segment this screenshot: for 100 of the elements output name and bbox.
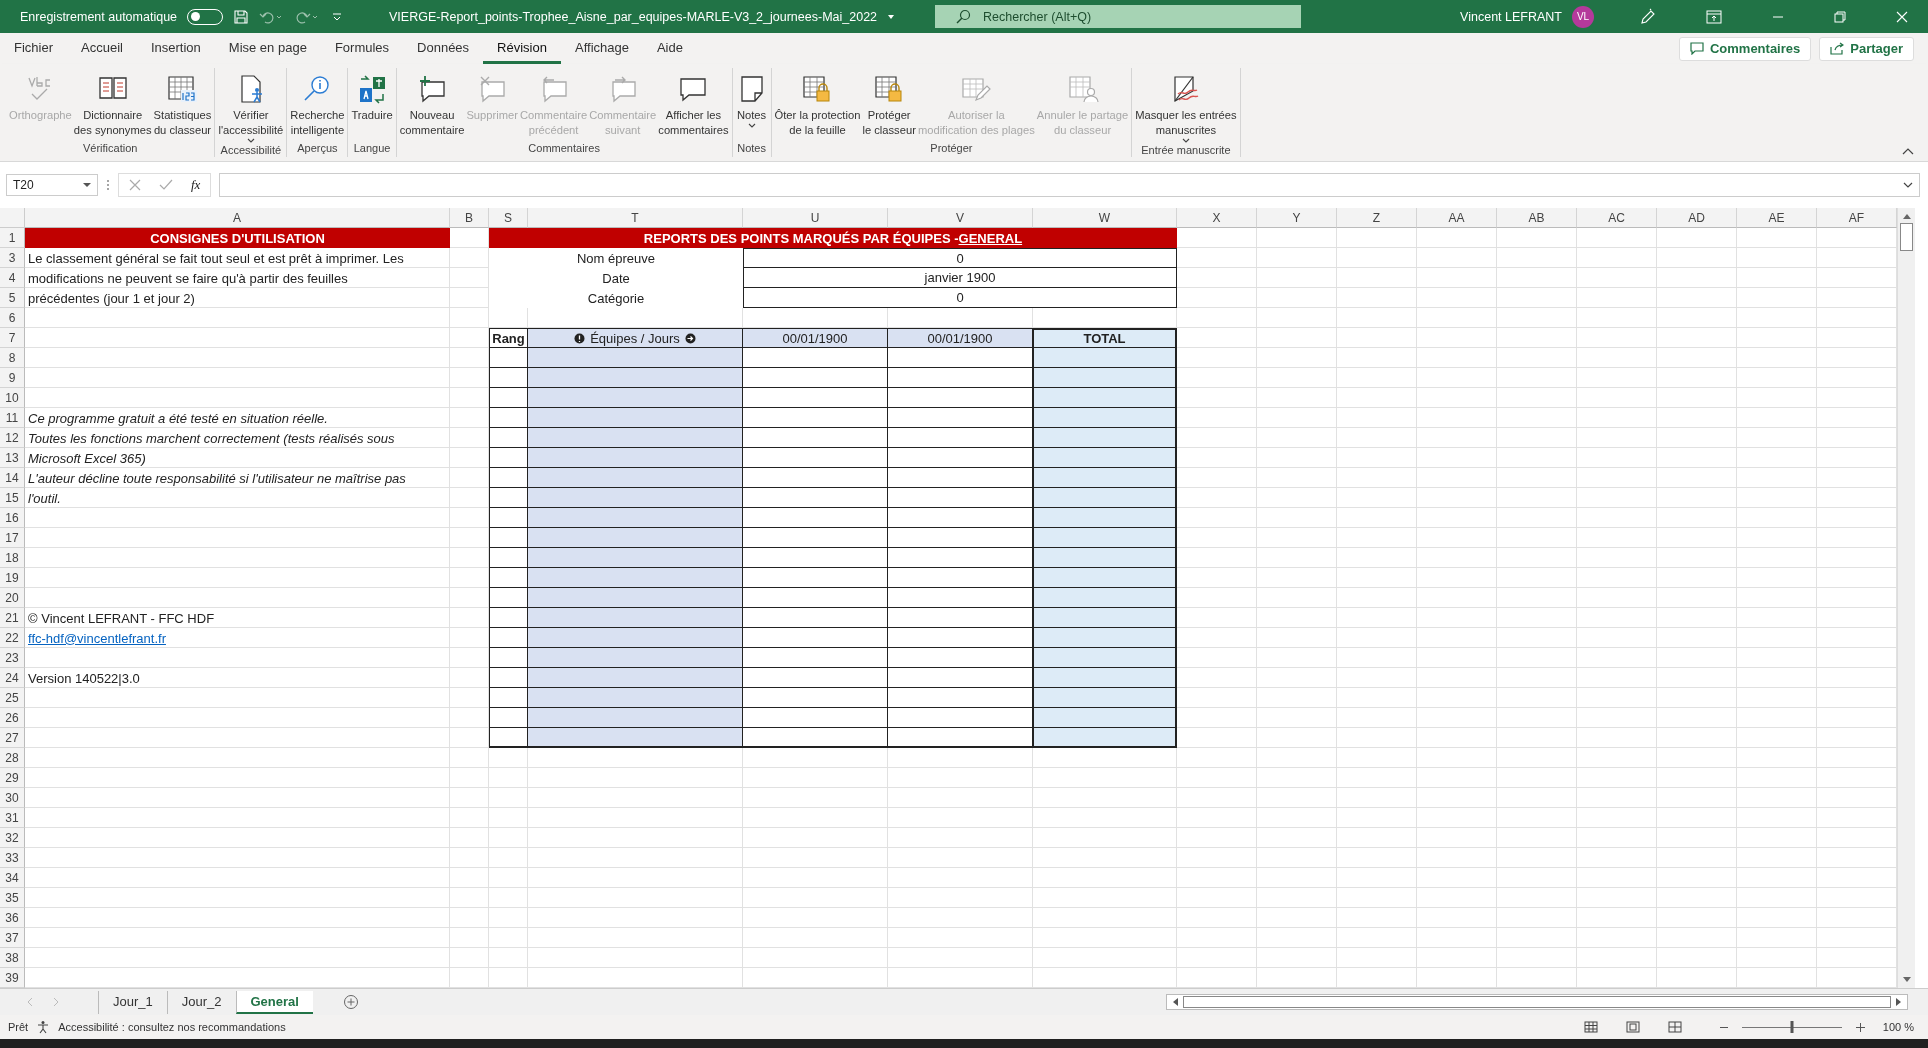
row-header[interactable]: 3: [0, 248, 25, 268]
ribbon-display-icon[interactable]: [1706, 9, 1722, 24]
ribbon-tab[interactable]: Mise en page: [214, 33, 321, 64]
ribbon-tab[interactable]: Insertion: [136, 33, 215, 64]
expand-icon[interactable]: [1903, 182, 1913, 188]
row-header[interactable]: 7: [0, 328, 25, 348]
sheet-tab[interactable]: Jour_2: [166, 990, 236, 1014]
row-header[interactable]: 12: [0, 428, 25, 448]
row-header[interactable]: 20: [0, 588, 25, 608]
accessibility-icon[interactable]: [36, 1020, 51, 1034]
row-header[interactable]: 30: [0, 788, 25, 808]
row-header[interactable]: 17: [0, 528, 25, 548]
column-header[interactable]: Z: [1337, 208, 1417, 228]
row-header[interactable]: 4: [0, 268, 25, 288]
row-header[interactable]: 25: [0, 688, 25, 708]
row-header[interactable]: 34: [0, 868, 25, 888]
add-sheet-icon[interactable]: [342, 994, 359, 1010]
row-header[interactable]: 39: [0, 968, 25, 988]
row-header[interactable]: 27: [0, 728, 25, 748]
row-header[interactable]: 23: [0, 648, 25, 668]
row-header[interactable]: 31: [0, 808, 25, 828]
scroll-left-icon[interactable]: [1171, 997, 1179, 1007]
row-header[interactable]: 24: [0, 668, 25, 688]
customize-icon[interactable]: [331, 10, 344, 23]
zoom-level[interactable]: 100 %: [1882, 1021, 1914, 1033]
check-icon[interactable]: [159, 179, 173, 191]
column-header[interactable]: AA: [1417, 208, 1497, 228]
scroll-thumb[interactable]: [1900, 223, 1913, 251]
accessibility-status[interactable]: Accessibilité : consultez nos recommandations: [58, 1021, 286, 1033]
row-header[interactable]: 38: [0, 948, 25, 968]
column-header[interactable]: AC: [1577, 208, 1657, 228]
sheet-tab[interactable]: General: [235, 990, 313, 1014]
scroll-down-icon[interactable]: [1901, 976, 1912, 984]
caret-icon[interactable]: [83, 182, 91, 188]
ribbon-tab[interactable]: Fichier: [0, 33, 67, 64]
close-icon[interactable]: [1896, 10, 1908, 23]
column-header[interactable]: AE: [1737, 208, 1817, 228]
row-header[interactable]: 13: [0, 448, 25, 468]
ribbon-tab[interactable]: Aide: [642, 33, 697, 64]
ribbon-button[interactable]: Nouveau commentaire: [398, 72, 466, 142]
vertical-scrollbar[interactable]: [1897, 208, 1915, 988]
row-header[interactable]: 15: [0, 488, 25, 508]
ribbon-button[interactable]: Traduire: [350, 72, 394, 142]
ribbon-button[interactable]: Afficher les commentaires: [657, 72, 730, 142]
row-header[interactable]: 11: [0, 408, 25, 428]
row-header[interactable]: 6: [0, 308, 25, 328]
page-break-icon[interactable]: [1667, 1021, 1682, 1033]
ribbon-button[interactable]: Masquer les entrées manuscrites: [1134, 72, 1238, 144]
user-name[interactable]: Vincent LEFRANT: [1460, 9, 1562, 24]
ribbon-button[interactable]: Notes: [734, 72, 769, 142]
search-field[interactable]: Rechercher (Alt+Q): [935, 5, 1302, 28]
column-header[interactable]: Y: [1257, 208, 1337, 228]
ribbon-tab[interactable]: Données: [403, 33, 484, 64]
scroll-thumb[interactable]: [1183, 996, 1891, 1008]
caret-icon[interactable]: [887, 12, 896, 21]
row-header[interactable]: 28: [0, 748, 25, 768]
pen-icon[interactable]: [1638, 7, 1656, 26]
row-header[interactable]: 19: [0, 568, 25, 588]
cancel-icon[interactable]: [129, 179, 141, 191]
row-header[interactable]: 8: [0, 348, 25, 368]
row-header[interactable]: 29: [0, 768, 25, 788]
insert-function-button[interactable]: fx: [191, 177, 201, 193]
restore-icon[interactable]: [1834, 10, 1846, 23]
column-header[interactable]: X: [1177, 208, 1257, 228]
zoom-thumb[interactable]: [1790, 1021, 1794, 1033]
column-header[interactable]: AD: [1657, 208, 1737, 228]
scroll-right-icon[interactable]: [1895, 997, 1903, 1007]
row-header[interactable]: 37: [0, 928, 25, 948]
row-header[interactable]: 16: [0, 508, 25, 528]
share-button[interactable]: Partager: [1819, 36, 1914, 61]
ribbon-button[interactable]: Statistiques du classeur: [152, 72, 213, 142]
row-header[interactable]: 14: [0, 468, 25, 488]
row-header[interactable]: 36: [0, 908, 25, 928]
row-header[interactable]: 5: [0, 288, 25, 308]
sheet-tab[interactable]: Jour_1: [98, 990, 167, 1014]
ribbon-button[interactable]: Vérifier l'accessibilité: [217, 72, 285, 144]
column-header[interactable]: B: [450, 208, 489, 228]
row-header[interactable]: 33: [0, 848, 25, 868]
save-icon[interactable]: [233, 8, 250, 25]
normal-view-icon[interactable]: [1583, 1021, 1598, 1033]
column-header[interactable]: AB: [1497, 208, 1577, 228]
zoom-in-icon[interactable]: [1855, 1022, 1865, 1032]
ribbon-button[interactable]: Protéger le classeur: [861, 72, 917, 142]
scroll-up-icon[interactable]: [1901, 212, 1912, 220]
email-link[interactable]: ffc-hdf@vincentlefrant.fr: [28, 630, 166, 646]
row-header[interactable]: 26: [0, 708, 25, 728]
name-box[interactable]: T20: [6, 174, 98, 196]
row-header[interactable]: 32: [0, 828, 25, 848]
row-header[interactable]: 9: [0, 368, 25, 388]
comments-button[interactable]: Commentaires: [1678, 36, 1812, 61]
row-header[interactable]: 18: [0, 548, 25, 568]
ribbon-tab[interactable]: Accueil: [67, 33, 137, 64]
collapse-icon[interactable]: [1902, 147, 1914, 155]
user-avatar[interactable]: VL: [1572, 5, 1594, 28]
row-header[interactable]: 35: [0, 888, 25, 908]
ribbon-button[interactable]: Recherche intelligente: [289, 72, 346, 142]
ribbon-button[interactable]: Dictionnaire des synonymes: [72, 72, 153, 142]
document-title[interactable]: VIERGE-Report_points-Trophee_Aisne_par_equipes-MARLE-V3_2_journees-Mai_2022: [389, 9, 878, 24]
ribbon-tab[interactable]: Affichage: [560, 33, 643, 64]
page-layout-icon[interactable]: [1625, 1021, 1640, 1033]
